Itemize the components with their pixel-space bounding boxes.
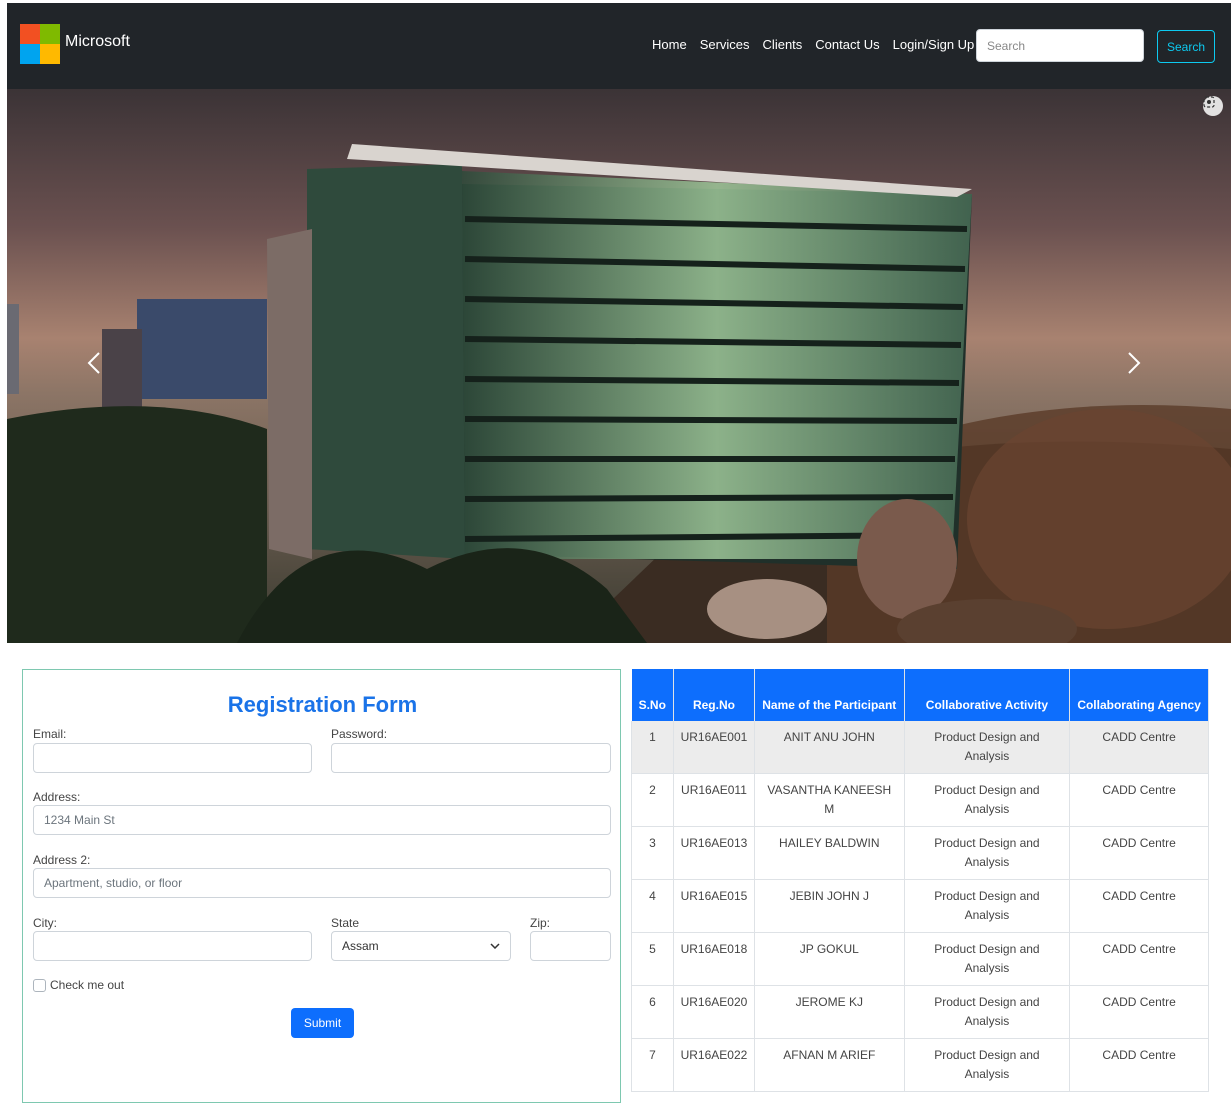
cell-sno: 3 [631,826,674,880]
cell-activity: Product Design and Analysis [904,985,1071,1039]
hero-image [7,89,1231,643]
column-header-activity: Collaborative Activity [904,669,1071,721]
address-label: Address: [33,790,81,804]
brand[interactable]: Microsoft [20,24,130,64]
cell-agency: CADD Centre [1069,721,1209,774]
email-field[interactable] [33,743,312,773]
address2-label: Address 2: [33,853,91,867]
carousel-next-button[interactable] [1127,351,1155,391]
cell-sno: 1 [631,721,674,774]
hero-carousel [7,89,1231,643]
navbar: Microsoft Home Services Clients Contact … [7,3,1231,89]
table-row: 4 UR16AE015 JEBIN JOHN J Product Design … [631,879,1209,933]
cell-agency: CADD Centre [1069,932,1209,986]
carousel-prev-button[interactable] [87,351,115,391]
cell-agency: CADD Centre [1069,985,1209,1039]
cell-agency: CADD Centre [1069,879,1209,933]
cell-regno: UR16AE018 [673,932,755,986]
column-header-sno: S.No [631,669,674,721]
cell-activity: Product Design and Analysis [904,879,1071,933]
cell-sno: 2 [631,773,674,827]
chevron-right-icon [1128,352,1141,374]
cell-regno: UR16AE020 [673,985,755,1039]
cell-activity: Product Design and Analysis [904,773,1071,827]
table-row: 7 UR16AE022 AFNAN M ARIEF Product Design… [631,1038,1209,1092]
table-row: 3 UR16AE013 HAILEY BALDWIN Product Desig… [631,826,1209,880]
submit-button[interactable]: Submit [291,1008,354,1038]
nav-links: Home Services Clients Contact Us Login/S… [652,37,974,52]
form-title: Registration Form [227,692,418,717]
cell-name: ANIT ANU JOHN [754,721,905,774]
cell-regno: UR16AE001 [673,721,755,774]
cell-name: VASANTHA KANEESH M [754,773,905,827]
table-header-row: S.No Reg.No Name of the Participant Coll… [631,669,1209,721]
password-label: Password: [331,727,388,741]
address2-field[interactable] [33,868,611,898]
visual-search-icon[interactable] [1203,96,1223,116]
cell-regno: UR16AE015 [673,879,755,933]
state-label: State [331,916,360,930]
cell-activity: Product Design and Analysis [904,1038,1071,1092]
cell-name: HAILEY BALDWIN [754,826,905,880]
nav-link-services[interactable]: Services [700,37,750,52]
brand-name: Microsoft [65,33,130,50]
city-field[interactable] [33,931,312,961]
check-me-out-row[interactable]: Check me out [33,978,124,992]
table-row: 1 UR16AE001 ANIT ANU JOHN Product Design… [631,721,1209,774]
email-label: Email: [33,727,67,741]
cell-sno: 5 [631,932,674,986]
column-header-name: Name of the Participant [754,669,905,721]
cell-agency: CADD Centre [1069,773,1209,827]
state-selected-value: Assam [342,939,379,953]
registration-form: Registration Form Email: Password: Addre… [22,669,621,1103]
cell-agency: CADD Centre [1069,1038,1209,1092]
column-header-regno: Reg.No [673,669,755,721]
cell-regno: UR16AE013 [673,826,755,880]
check-me-out-checkbox[interactable] [33,978,46,992]
cell-name: JEROME KJ [754,985,905,1039]
table-row: 2 UR16AE011 VASANTHA KANEESH M Product D… [631,773,1209,827]
table-row: 6 UR16AE020 JEROME KJ Product Design and… [631,985,1209,1039]
cell-activity: Product Design and Analysis [904,826,1071,880]
cell-sno: 7 [631,1038,674,1092]
check-me-out-label: Check me out [50,978,125,992]
city-label: City: [33,916,57,930]
participants-table: S.No Reg.No Name of the Participant Coll… [631,669,1209,1092]
chevron-left-icon [87,352,100,374]
nav-link-contact[interactable]: Contact Us [815,37,879,52]
password-field[interactable] [331,743,611,773]
table-row: 5 UR16AE018 JP GOKUL Product Design and … [631,932,1209,986]
address-field[interactable] [33,805,611,835]
nav-link-home[interactable]: Home [652,37,687,52]
column-header-agency: Collaborating Agency [1069,669,1209,721]
cell-regno: UR16AE022 [673,1038,755,1092]
nav-link-login[interactable]: Login/Sign Up [893,37,975,52]
zip-label: Zip: [530,916,551,930]
cell-name: JEBIN JOHN J [754,879,905,933]
cell-regno: UR16AE011 [673,773,755,827]
zip-field[interactable] [530,931,611,961]
cell-activity: Product Design and Analysis [904,932,1071,986]
cell-name: AFNAN M ARIEF [754,1038,905,1092]
cell-activity: Product Design and Analysis [904,721,1071,774]
cell-agency: CADD Centre [1069,826,1209,880]
chevron-down-icon [490,943,500,949]
microsoft-logo-icon [20,24,60,64]
cell-name: JP GOKUL [754,932,905,986]
search-button[interactable]: Search [1157,30,1215,63]
nav-link-clients[interactable]: Clients [763,37,803,52]
search-input[interactable] [976,29,1144,62]
cell-sno: 6 [631,985,674,1039]
cell-sno: 4 [631,879,674,933]
state-select[interactable]: Assam [331,931,511,961]
